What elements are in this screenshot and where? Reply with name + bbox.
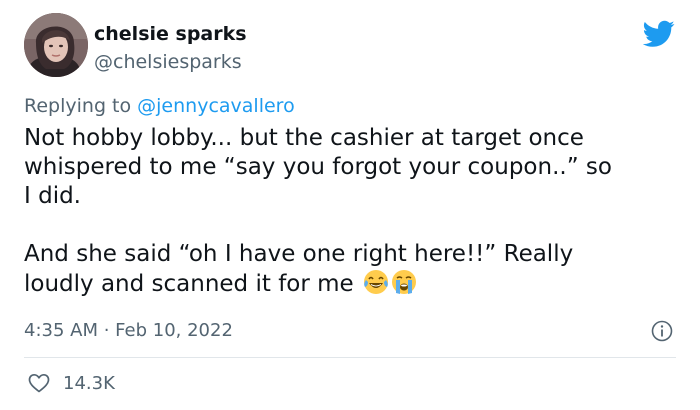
like-count[interactable]: 14.3K [63, 372, 115, 396]
tweet-text-line: loudly and scanned it for me [24, 271, 354, 297]
tweet-text-line: Not hobby lobby... but the cashier at ta… [24, 125, 584, 151]
author-handle[interactable]: @chelsiesparks [94, 50, 242, 74]
tweet-timestamp[interactable]: 4:35 AM · Feb 10, 2022 [24, 319, 233, 343]
info-icon[interactable] [650, 319, 674, 343]
author-display-name[interactable]: chelsie sparks [94, 22, 247, 46]
crying-emoji [391, 269, 417, 295]
heart-icon[interactable] [27, 371, 51, 395]
reply-prefix: Replying to [24, 95, 138, 117]
tweet-text-last-line: loudly and scanned it for me [24, 269, 684, 299]
tweet-text-line: I did. [24, 183, 81, 209]
reply-mention-link[interactable]: @jennycavallero [137, 95, 295, 117]
tweet-text: Not hobby lobby... but the cashier at ta… [24, 124, 684, 299]
tweet-text-line: whispered to me “say you forgot your cou… [24, 154, 612, 180]
tweet-text-line: And she said “oh I have one right here!!… [24, 241, 574, 267]
avatar[interactable] [24, 13, 88, 77]
laughing-tears-emoji [363, 269, 389, 295]
tweet-card: chelsie sparks @chelsiesparks Replying t… [0, 0, 700, 410]
reply-context: Replying to @jennycavallero [24, 94, 295, 118]
divider [24, 357, 676, 358]
twitter-bird-icon[interactable] [642, 20, 675, 48]
